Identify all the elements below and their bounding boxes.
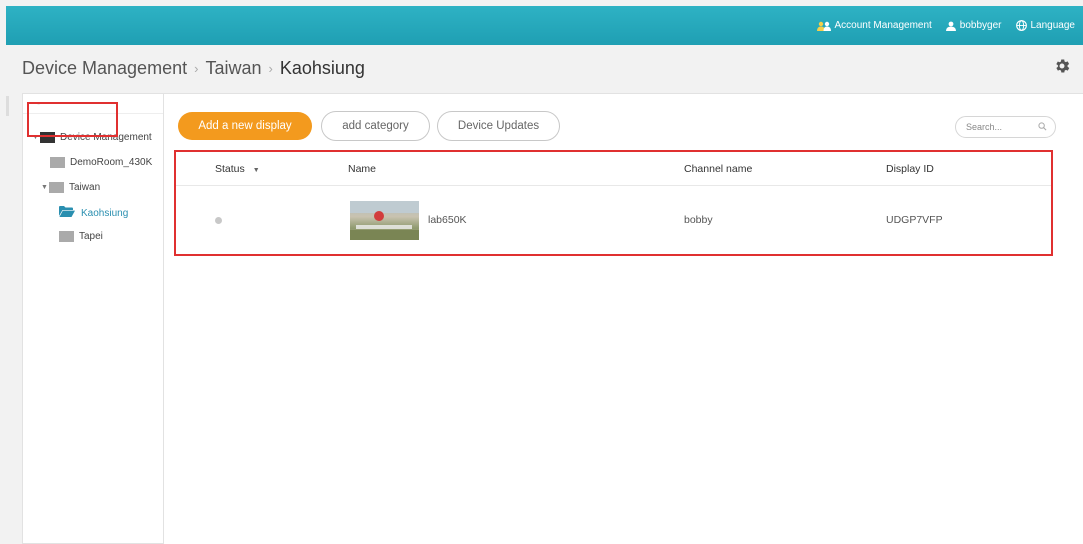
- language-label: Language: [1030, 20, 1076, 31]
- table-header: Status ▼ Name Channel name Display ID: [176, 152, 1051, 186]
- top-bar: Account Management bobbyger Language: [6, 6, 1083, 45]
- chevron-right-icon: ›: [268, 61, 273, 76]
- tree-item-tapei[interactable]: Tapei: [59, 231, 103, 242]
- breadcrumb-level1[interactable]: Taiwan: [205, 58, 261, 79]
- status-indicator: [215, 217, 222, 224]
- breadcrumb-current: Kaohsiung: [279, 58, 365, 78]
- gear-icon[interactable]: [1053, 57, 1071, 80]
- search-icon[interactable]: [1038, 121, 1047, 133]
- left-edge-handle: [6, 96, 9, 116]
- tree-item-kaohsiung[interactable]: Kaohsiung: [59, 206, 128, 220]
- folder-icon: [59, 231, 74, 242]
- account-management-label: Account Management: [834, 20, 932, 31]
- channel-column-header: Channel name: [684, 163, 753, 175]
- sidebar-tree: ▪ ▼ Device Management DemoRoom_430K ▼ Ta…: [22, 93, 164, 544]
- breadcrumb: Device Management › Taiwan › Kaohsiung: [22, 58, 365, 79]
- tree-item-demoroom[interactable]: DemoRoom_430K: [50, 157, 152, 168]
- selected-tree-highlight: [27, 102, 118, 137]
- account-management-link[interactable]: Account Management: [816, 20, 932, 31]
- main-content: Add a new display add category Device Up…: [164, 93, 1083, 544]
- user-icon: [945, 21, 956, 31]
- caret-down-icon: ▼: [41, 184, 48, 191]
- caret-down-icon: ▼: [252, 167, 260, 174]
- folder-icon: [50, 157, 65, 168]
- search-box[interactable]: [955, 116, 1056, 138]
- page-header: Device Management › Taiwan › Kaohsiung: [6, 45, 1083, 93]
- tree-item-label: Tapei: [79, 231, 103, 242]
- breadcrumb-root[interactable]: Device Management: [22, 58, 187, 79]
- display-thumbnail[interactable]: [350, 201, 419, 240]
- chevron-right-icon: ›: [194, 61, 199, 76]
- status-header-label: Status: [215, 163, 245, 175]
- device-updates-button[interactable]: Device Updates: [437, 111, 560, 141]
- display-table: Status ▼ Name Channel name Display ID la…: [174, 150, 1053, 256]
- display-id: UDGP7VFP: [886, 214, 943, 226]
- user-menu[interactable]: bobbyger: [945, 20, 1002, 31]
- channel-name: bobby: [684, 214, 713, 226]
- table-row[interactable]: lab650K bobby UDGP7VFP: [176, 187, 1051, 255]
- display-name[interactable]: lab650K: [428, 214, 467, 226]
- add-display-button[interactable]: Add a new display: [178, 112, 312, 140]
- status-column-header[interactable]: Status ▼: [215, 163, 260, 175]
- top-bar-menu: Account Management bobbyger Language: [816, 6, 1076, 45]
- folder-icon: [49, 182, 64, 193]
- username-label: bobbyger: [959, 20, 1002, 31]
- add-category-button[interactable]: add category: [321, 111, 430, 141]
- globe-icon: [1015, 20, 1027, 31]
- search-input[interactable]: [966, 122, 1026, 132]
- folder-open-icon: [59, 206, 75, 220]
- tree-item-label: Kaohsiung: [81, 207, 129, 219]
- name-column-header: Name: [348, 163, 377, 175]
- display-id-column-header: Display ID: [886, 163, 934, 175]
- tree-item-label: Taiwan: [69, 182, 101, 193]
- language-menu[interactable]: Language: [1015, 20, 1076, 31]
- tree-item-taiwan[interactable]: ▼ Taiwan: [41, 182, 100, 193]
- tree-item-label: DemoRoom_430K: [70, 157, 153, 168]
- users-icon: [816, 21, 831, 31]
